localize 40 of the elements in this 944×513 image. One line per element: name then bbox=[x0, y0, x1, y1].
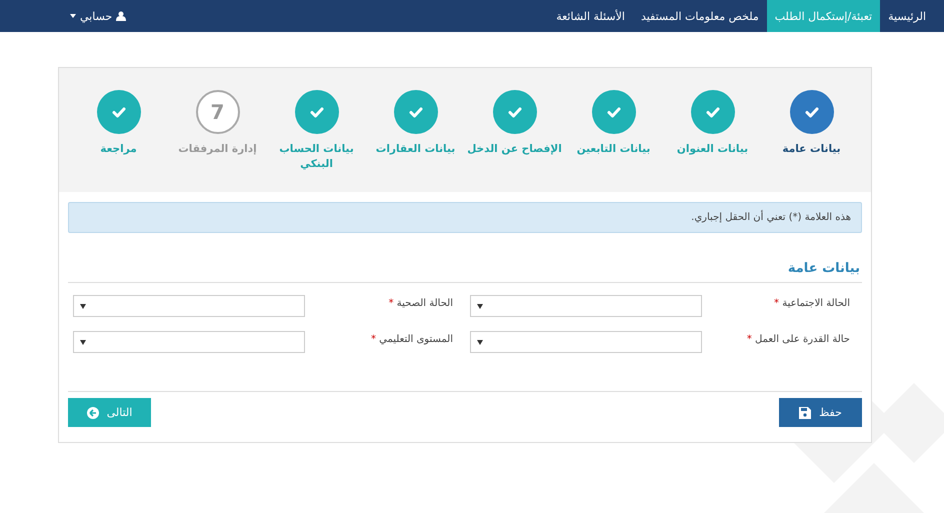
nav-link[interactable]: تعبئة/إستكمال الطلب bbox=[766, 0, 880, 32]
step-label[interactable]: إدارة المرفقات bbox=[178, 142, 257, 157]
step-label[interactable]: بيانات الحساب البنكي bbox=[268, 142, 366, 172]
step-label[interactable]: بيانات التابعين bbox=[576, 142, 650, 157]
select-field[interactable] bbox=[470, 295, 702, 317]
save-button[interactable]: حفظ bbox=[779, 398, 862, 427]
step-check-icon[interactable] bbox=[592, 90, 636, 134]
step-label[interactable]: بيانات العقارات bbox=[376, 142, 456, 157]
step-check-icon[interactable] bbox=[294, 90, 338, 134]
caret-icon bbox=[477, 340, 483, 344]
select-field[interactable] bbox=[470, 331, 702, 353]
nav-link[interactable]: الرئيسية bbox=[880, 0, 934, 32]
field-label: المستوى التعليمي * bbox=[370, 333, 454, 345]
step-label[interactable]: بيانات العنوان bbox=[676, 142, 748, 157]
step-label[interactable]: بيانات عامة bbox=[782, 142, 841, 157]
section-title: بيانات عامة bbox=[68, 261, 862, 283]
next-button[interactable]: التالى bbox=[68, 398, 151, 427]
select-field[interactable] bbox=[73, 295, 305, 317]
step-check-icon[interactable] bbox=[96, 90, 140, 134]
step-check-icon[interactable] bbox=[492, 90, 536, 134]
nav-link[interactable]: الأسئلة الشائعة bbox=[548, 0, 633, 32]
select-field[interactable] bbox=[73, 331, 305, 353]
caret-icon bbox=[80, 340, 86, 344]
arrow-circle-icon bbox=[86, 406, 99, 418]
step-check-icon[interactable] bbox=[690, 90, 734, 134]
field-label: الحالة الاجتماعية * bbox=[773, 297, 851, 309]
step-label[interactable]: الإفصاح عن الدخل bbox=[467, 142, 562, 157]
account-menu[interactable]: حسابي bbox=[70, 0, 126, 32]
user-icon bbox=[116, 11, 126, 21]
step-number[interactable]: 7 bbox=[196, 90, 240, 134]
info-alert: هذه العلامة (*) تعني أن الحقل إجباري. bbox=[68, 202, 862, 233]
field-label: الحالة الصحية * bbox=[388, 297, 454, 309]
caret-icon bbox=[80, 304, 86, 308]
field-label: حالة القدرة على العمل * bbox=[746, 333, 851, 345]
nav-link[interactable]: ملخص معلومات المستفيد bbox=[632, 0, 767, 32]
step-label[interactable]: مراجعة bbox=[100, 142, 137, 157]
step-check-icon[interactable] bbox=[790, 90, 834, 134]
caret-icon bbox=[477, 304, 483, 308]
caret-icon bbox=[70, 14, 76, 18]
step-check-icon[interactable] bbox=[394, 90, 438, 134]
